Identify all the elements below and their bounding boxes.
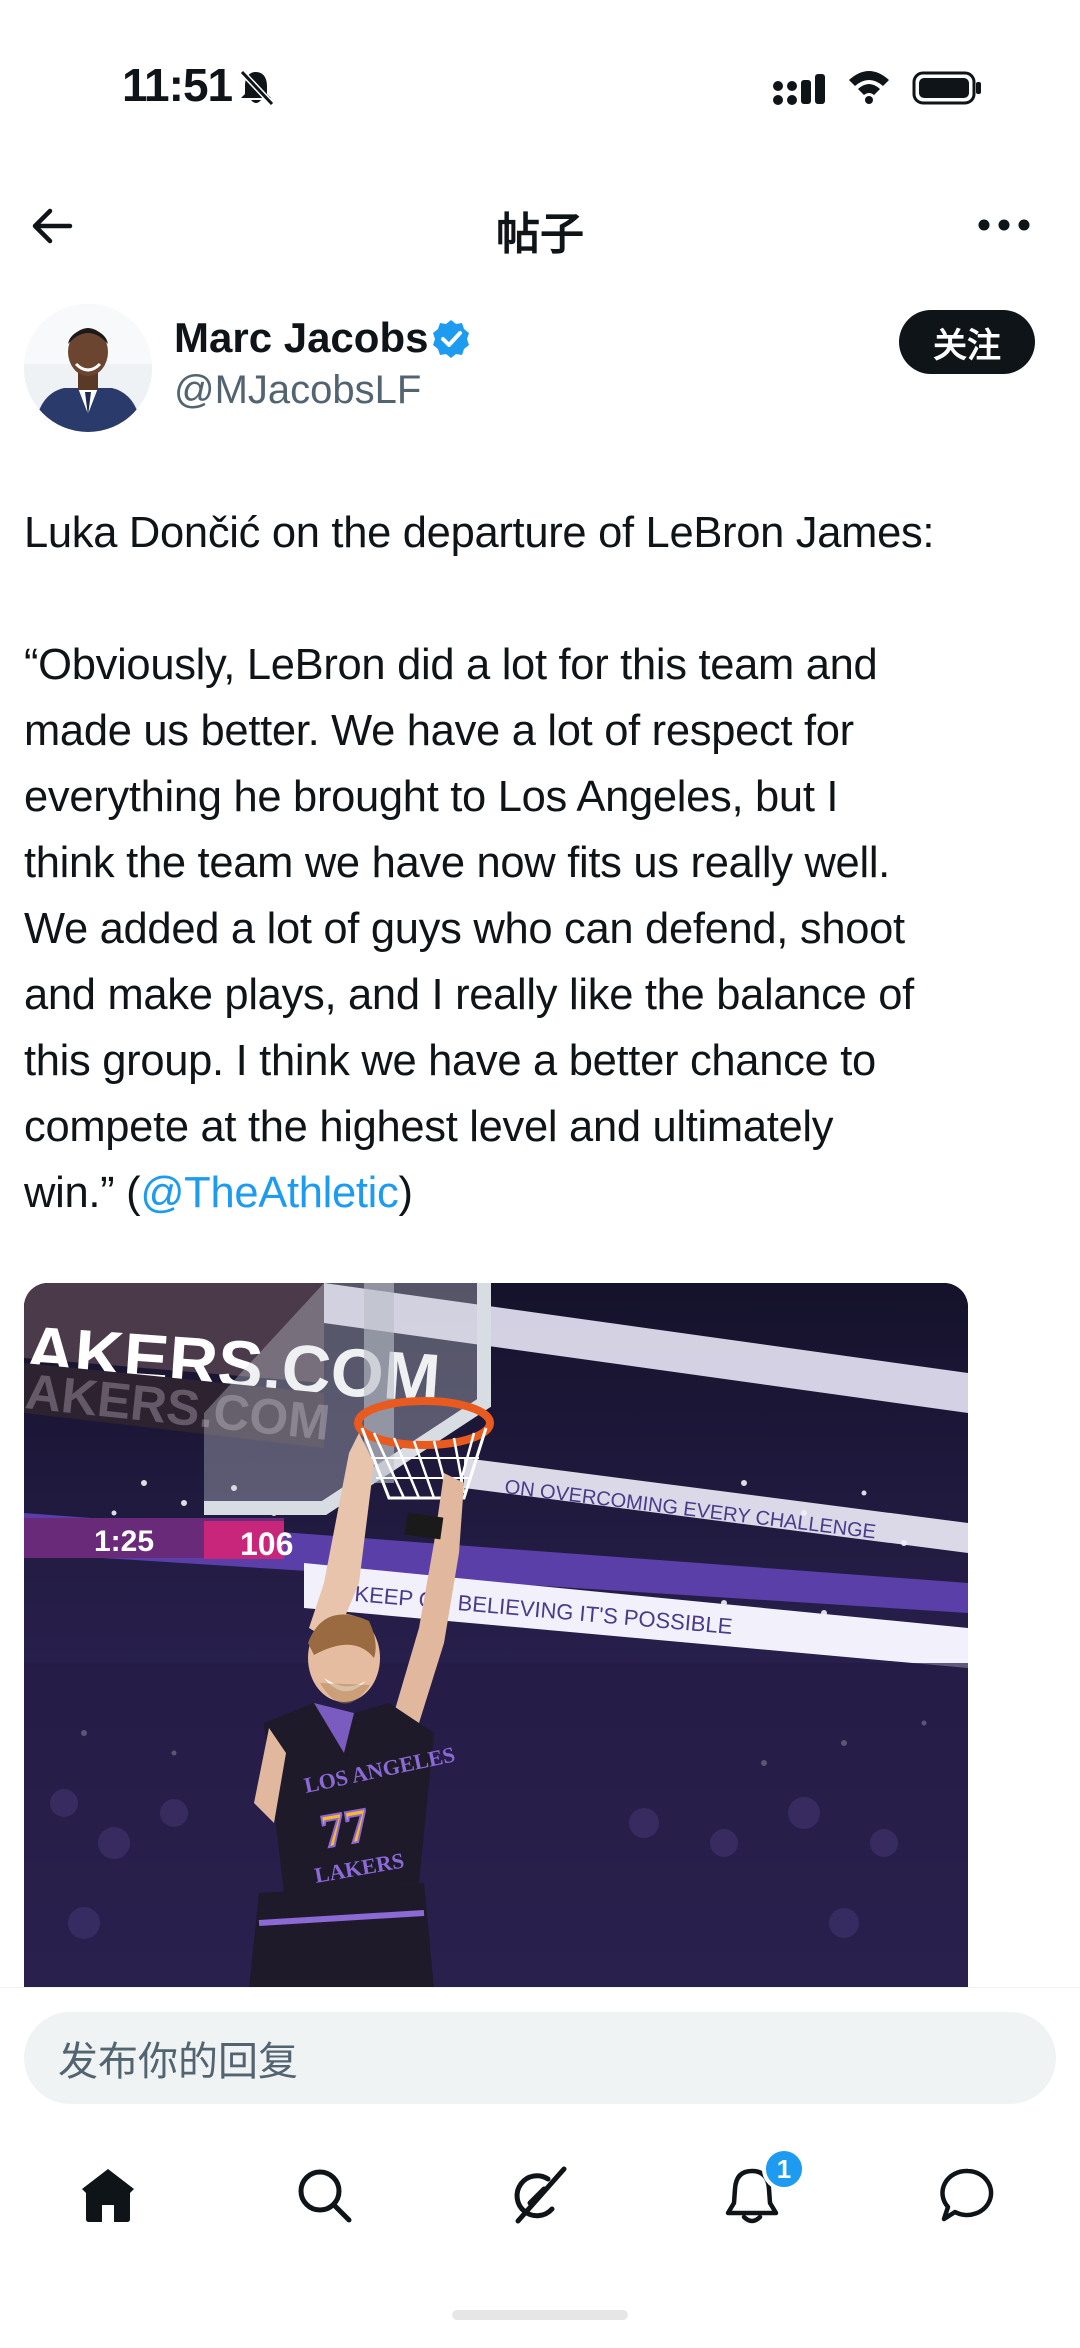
mention-link[interactable]: @TheAthletic xyxy=(140,1169,398,1217)
search-icon xyxy=(298,2169,352,2223)
scoreboard-time: 1:25 xyxy=(94,1525,154,1558)
battery-icon xyxy=(912,70,984,106)
quote-line: We added a lot of guys who can defend, s… xyxy=(24,905,905,953)
quote-line: made us better. We have a lot of respect… xyxy=(24,707,854,755)
status-time: 11:51 xyxy=(122,59,233,111)
more-options-button[interactable] xyxy=(974,200,1034,250)
jersey-number: 77 xyxy=(317,1798,373,1859)
verified-badge-icon xyxy=(430,318,472,360)
author-name[interactable]: Marc Jacobs xyxy=(174,314,428,362)
messages-icon xyxy=(940,2168,994,2222)
post-text: Luka Dončić on the departure of LeBron J… xyxy=(24,500,1054,1226)
status-bar: 11:51 xyxy=(0,0,1080,175)
top-nav-bar: 帖子 xyxy=(0,190,1080,260)
avatar[interactable] xyxy=(24,304,152,432)
home-indicator xyxy=(452,2310,628,2320)
quote-last-line: win.” (@TheAthletic) xyxy=(24,1160,1054,1226)
bottom-tab-bar: 1 xyxy=(0,2127,1080,2257)
reply-input[interactable]: 发布你的回复 xyxy=(24,2012,1056,2104)
quote-line: everything he brought to Los Angeles, bu… xyxy=(24,773,839,821)
quote-line: this group. I think we have a better cha… xyxy=(24,1037,876,1085)
quote-last-prefix: win.” ( xyxy=(24,1169,141,1217)
quote-line: and make plays, and I really like the ba… xyxy=(24,971,914,1019)
wifi-icon xyxy=(845,66,893,106)
more-horizontal-icon xyxy=(978,219,1030,231)
quote-line: think the team we have now fits us reall… xyxy=(24,839,890,887)
post-author: Marc Jacobs @MJacobsLF 关注 xyxy=(0,300,1080,440)
quote-line: “Obviously, LeBron did a lot for this te… xyxy=(24,641,878,689)
reply-bar: 发布你的回复 xyxy=(0,1987,1080,2127)
bell-off-icon xyxy=(236,68,276,108)
quote-last-suffix: ) xyxy=(398,1169,413,1217)
tab-home[interactable] xyxy=(68,2155,148,2235)
signal-icon xyxy=(772,72,828,108)
home-icon xyxy=(82,2169,134,2222)
scoreboard-score: 106 xyxy=(240,1526,293,1562)
tab-messages[interactable] xyxy=(928,2155,1008,2235)
notification-badge: 1 xyxy=(762,2147,806,2191)
post-intro: Luka Dončić on the departure of LeBron J… xyxy=(24,509,935,557)
grok-icon xyxy=(514,2166,567,2224)
follow-button[interactable]: 关注 xyxy=(899,310,1035,374)
author-handle[interactable]: @MJacobsLF xyxy=(174,368,421,413)
page-title: 帖子 xyxy=(496,209,584,260)
tab-search[interactable] xyxy=(284,2155,364,2235)
tab-grok[interactable] xyxy=(498,2155,578,2235)
post-media-image[interactable]: 1:25 106 KEEP ON BELIEVING IT'S POSSIBLE… xyxy=(24,1283,968,1988)
quote-line: compete at the highest level and ultimat… xyxy=(24,1103,834,1151)
